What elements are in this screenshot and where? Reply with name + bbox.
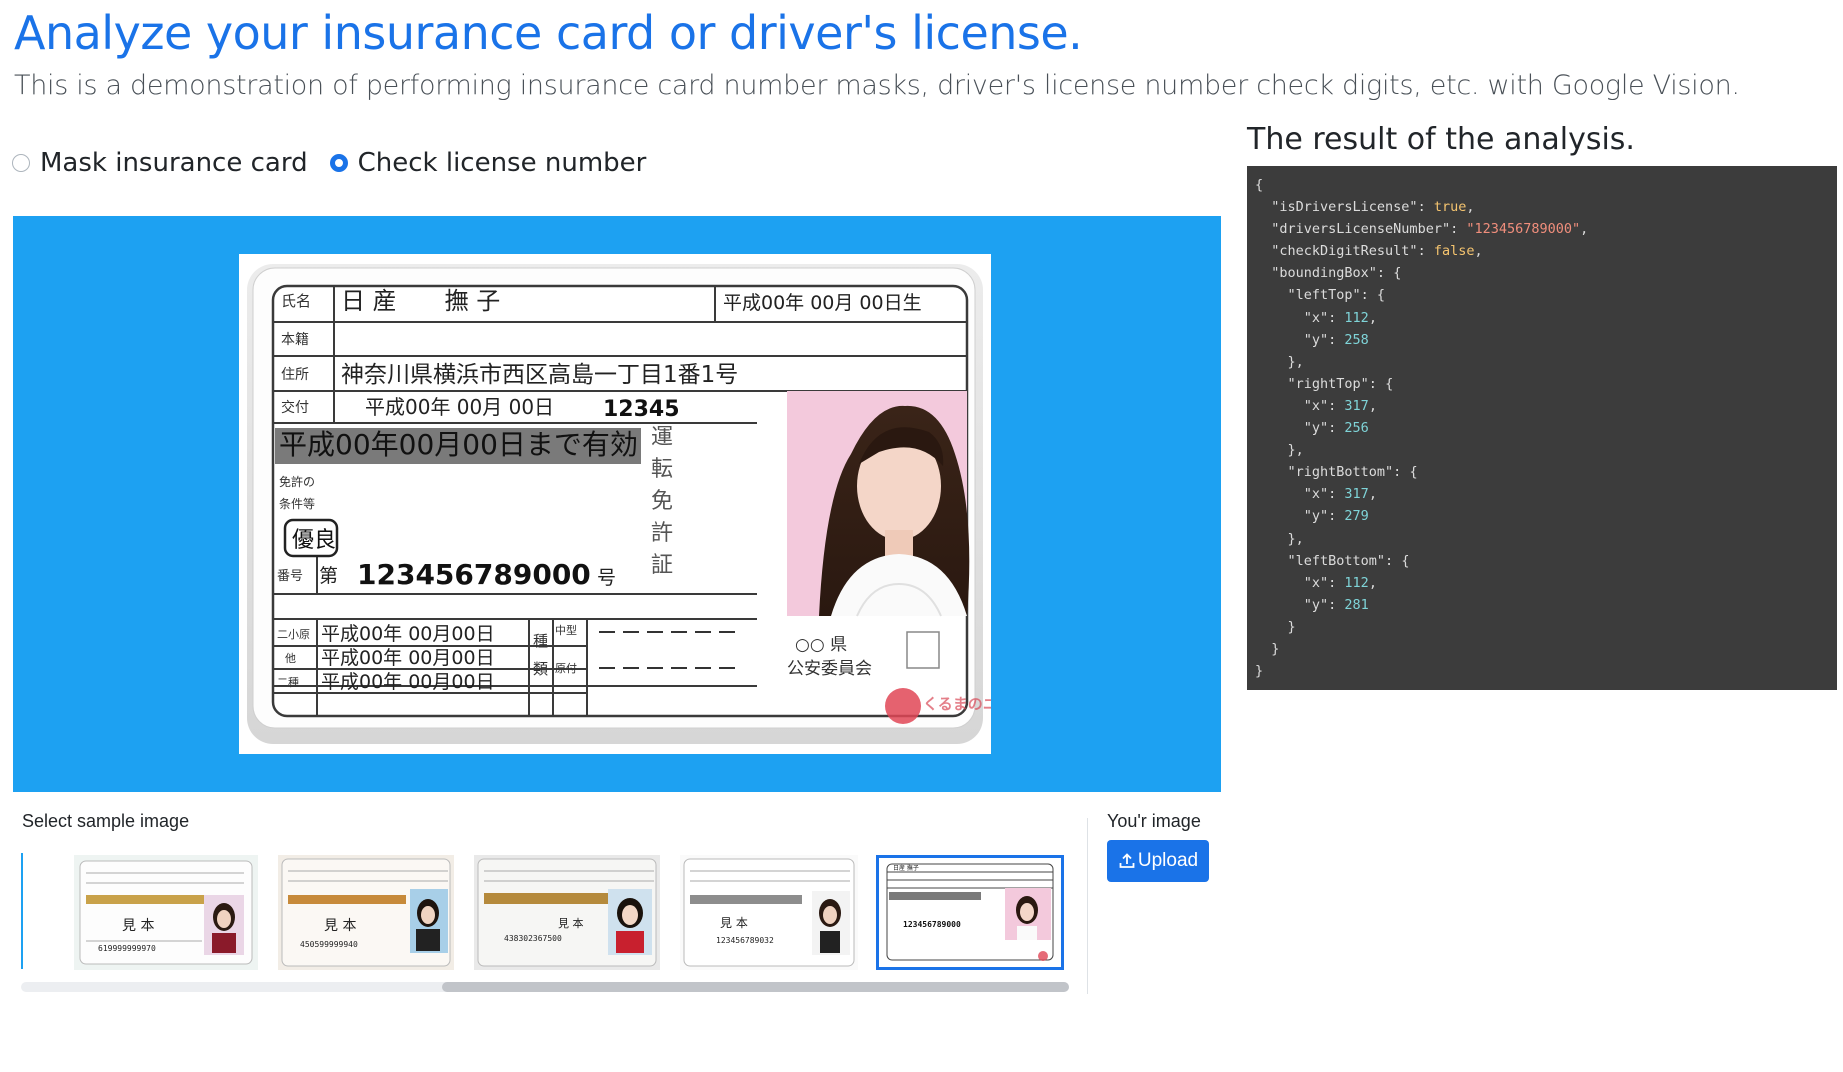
radio-label: Mask insurance card	[40, 148, 308, 178]
upload-icon	[1118, 852, 1136, 870]
thumbnail-number: 619999999970	[98, 944, 156, 953]
json-line: "driversLicenseNumber": "123456789000",	[1271, 221, 1589, 238]
vertical-title-char: 運	[651, 425, 673, 450]
birth-date: 平成00年 00月 00日生	[723, 292, 922, 314]
address-label: 住所	[281, 367, 309, 383]
license-number: 123456789000	[357, 558, 591, 591]
json-line: },	[1287, 442, 1304, 459]
vertical-title-char: 転	[651, 457, 673, 482]
date-row-label: 二小原	[277, 628, 310, 641]
result-title: The result of the analysis.	[1247, 122, 1635, 157]
json-line: }	[1271, 640, 1280, 657]
prefecture: ○○ 県	[795, 635, 847, 655]
type-label: 類	[533, 660, 548, 678]
json-line: },	[1287, 353, 1304, 370]
thumbnail-text: 見 本	[324, 918, 356, 934]
thumbnail-text: 見 本	[720, 916, 748, 930]
domicile-label: 本籍	[281, 331, 309, 348]
date-row-value: 平成00年 00月00日	[321, 647, 495, 669]
json-line: "checkDigitResult": false,	[1271, 243, 1483, 260]
sample-thumbnail-selected[interactable]: 日産 撫子 123456789000	[876, 855, 1064, 970]
address: 神奈川県横浜市西区高島一丁目1番1号	[341, 362, 738, 388]
image-preview-area: 氏名 日 産 撫 子 平成00年 00月 00日生 本籍 住所 神奈川県横浜市西…	[13, 216, 1221, 792]
your-image-label: You'r image	[1107, 811, 1201, 831]
json-line: "rightTop": {	[1287, 375, 1394, 392]
thumbnail-number: 123456789000	[903, 920, 961, 929]
json-line: "boundingBox": {	[1271, 265, 1402, 282]
json-line: },	[1287, 530, 1304, 547]
vertical-title-char: 許	[651, 521, 673, 546]
json-line: "y": 258	[1303, 331, 1369, 348]
vertical-title-char: 免	[651, 489, 673, 514]
thumbnail-text: 日産 撫子	[893, 864, 919, 872]
thumbnail-scrollbar-thumb[interactable]	[442, 982, 1069, 992]
conditions-label: 免許の	[279, 474, 315, 489]
watermark-logo	[885, 688, 921, 724]
thumbnail-text: 見 本	[122, 918, 154, 934]
result-json-panel: { "isDriversLicense": true, "driversLice…	[1247, 166, 1837, 690]
thumbnail-number: 438302367500	[504, 934, 562, 943]
radio-button-checked[interactable]	[329, 154, 348, 172]
thumbnail-strip-edge	[21, 853, 23, 969]
result-json-code: { "isDriversLicense": true, "driversLice…	[1255, 174, 1829, 682]
page-title: Analyze your insurance card or driver's …	[14, 6, 1083, 60]
issue-label: 交付	[281, 399, 309, 416]
sample-thumbnail[interactable]: 見 本 438302367500	[474, 855, 660, 970]
number-prefix: 第	[319, 565, 338, 587]
json-line: "x": 112,	[1303, 309, 1377, 326]
radio-button[interactable]	[12, 154, 30, 172]
radio-label: Check license number	[357, 148, 647, 178]
page-subtitle: This is a demonstration of performing in…	[14, 70, 1740, 101]
license-type-cell: 中型	[555, 623, 577, 637]
json-line: }	[1255, 663, 1264, 680]
license-type-cell: 原付	[555, 662, 577, 675]
name-label: 氏名	[281, 292, 311, 310]
vertical-title-char: 証	[651, 553, 673, 578]
cardholder-name: 日 産 撫 子	[341, 287, 500, 315]
mode-check-license-number[interactable]: Check license number	[329, 148, 647, 178]
number-suffix: 号	[597, 567, 616, 589]
thumbnail-number: 450599999940	[300, 940, 358, 949]
json-line: }	[1287, 618, 1296, 635]
sample-thumbnail[interactable]: 見 本 123456789032	[680, 855, 858, 970]
mode-mask-insurance-card[interactable]: Mask insurance card	[12, 148, 308, 178]
json-line: "x": 317,	[1303, 397, 1377, 414]
number-label: 番号	[277, 569, 303, 584]
type-label: 種	[533, 632, 548, 650]
json-line: "x": 317,	[1303, 486, 1377, 503]
sample-images-label: Select sample image	[22, 811, 190, 831]
upload-button[interactable]: Upload	[1107, 840, 1209, 882]
section-divider	[1087, 818, 1088, 994]
sample-thumbnail[interactable]: 見 本 619999999970	[74, 855, 258, 970]
date-row-label: 他	[285, 652, 296, 665]
json-line: "leftBottom": {	[1287, 552, 1410, 569]
json-line: "y": 281	[1303, 596, 1369, 613]
date-row-value: 平成00年 00月00日	[321, 671, 495, 693]
json-line: "x": 112,	[1303, 574, 1377, 591]
license-card-image: 氏名 日 産 撫 子 平成00年 00月 00日生 本籍 住所 神奈川県横浜市西…	[247, 264, 1042, 744]
preview-image: 氏名 日 産 撫 子 平成00年 00月 00日生 本籍 住所 神奈川県横浜市西…	[239, 254, 1042, 754]
valid-until: 平成00年00月00日まで有効	[279, 428, 638, 461]
upload-button-label: Upload	[1137, 850, 1199, 871]
json-line: {	[1255, 177, 1264, 193]
json-line: "y": 256	[1303, 420, 1369, 437]
public-safety-commission: 公安委員会	[787, 659, 872, 679]
json-line: "rightBottom": {	[1287, 464, 1418, 481]
thumbnail-text: 見 本	[558, 916, 584, 930]
watermark-text: くるまのニュース	[923, 695, 991, 713]
excellent-driver-badge: 優良	[292, 528, 336, 553]
date-row-label: 二種	[277, 675, 299, 689]
json-line: "leftTop": {	[1287, 287, 1386, 304]
mode-radio-group: Mask insurance card Check license number	[12, 148, 646, 178]
sample-thumbnail[interactable]: 見 本 450599999940	[278, 855, 454, 970]
date-row-value: 平成00年 00月00日	[321, 623, 495, 645]
conditions-label: 条件等	[279, 497, 315, 511]
json-line: "y": 279	[1303, 508, 1369, 525]
issue-number: 12345	[603, 397, 680, 422]
thumbnail-number: 123456789032	[716, 936, 774, 945]
json-line: "isDriversLicense": true,	[1271, 199, 1475, 216]
issue-date: 平成00年 00月 00日	[365, 395, 554, 419]
